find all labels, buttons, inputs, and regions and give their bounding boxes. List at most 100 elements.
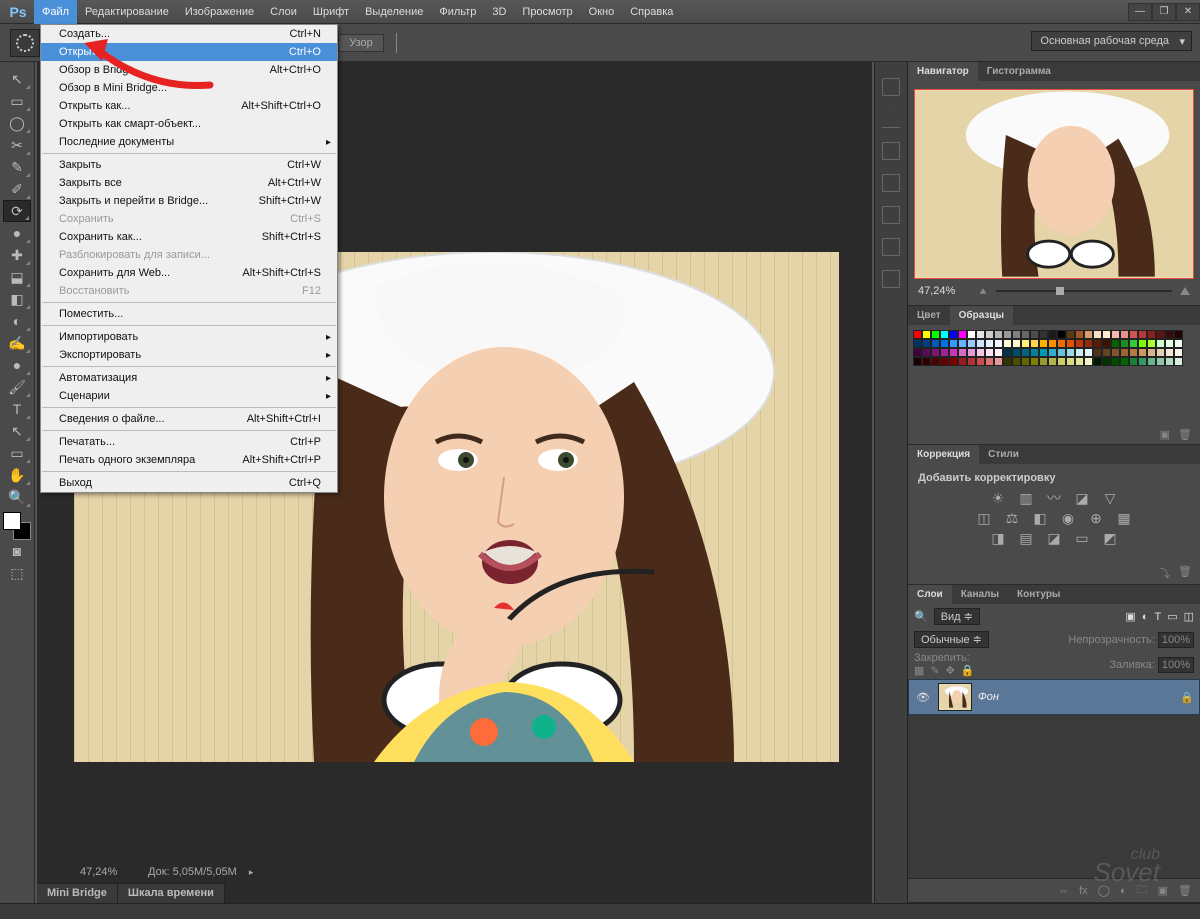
current-tool-icon[interactable] <box>10 29 40 57</box>
swatch[interactable] <box>958 339 967 348</box>
menu-item--[interactable]: Печать одного экземпляраAlt+Shift+Ctrl+P <box>41 451 337 469</box>
layer-fx-icon[interactable]: fx <box>1079 885 1088 897</box>
swatch[interactable] <box>1030 348 1039 357</box>
swatch[interactable] <box>1075 339 1084 348</box>
menu-item--Web-[interactable]: Сохранить для Web...Alt+Shift+Ctrl+S <box>41 264 337 282</box>
swatch[interactable] <box>913 357 922 366</box>
swatch[interactable] <box>994 357 1003 366</box>
swatch[interactable] <box>958 330 967 339</box>
tab-styles[interactable]: Стили <box>979 445 1028 464</box>
swatch[interactable] <box>967 339 976 348</box>
adj-photo-filter-icon[interactable]: ◉ <box>1059 510 1077 526</box>
tab-timeline[interactable]: Шкала времени <box>118 884 225 903</box>
tool-14[interactable]: 🖌 <box>3 376 31 398</box>
tool-19[interactable]: 🔍 <box>3 486 31 508</box>
swatch[interactable] <box>922 339 931 348</box>
swatch[interactable] <box>1138 357 1147 366</box>
swatch[interactable] <box>1048 330 1057 339</box>
swatch[interactable] <box>1021 348 1030 357</box>
swatch[interactable] <box>1048 339 1057 348</box>
swatch[interactable] <box>976 357 985 366</box>
menu-item--[interactable]: Импортировать <box>41 328 337 346</box>
swatch[interactable] <box>1066 339 1075 348</box>
swatch[interactable] <box>1057 339 1066 348</box>
swatch[interactable] <box>949 357 958 366</box>
swatch[interactable] <box>967 348 976 357</box>
swatch[interactable] <box>1102 330 1111 339</box>
menu-Фильтр[interactable]: Фильтр <box>431 0 484 24</box>
swatch[interactable] <box>1012 339 1021 348</box>
swatch[interactable] <box>931 357 940 366</box>
menu-Шрифт[interactable]: Шрифт <box>305 0 357 24</box>
tool-12[interactable]: ✍ <box>3 332 31 354</box>
swatch[interactable] <box>913 348 922 357</box>
navigator-thumbnail[interactable] <box>914 89 1194 279</box>
adj-mixer-icon[interactable]: ⊕ <box>1087 510 1105 526</box>
swatch[interactable] <box>1147 357 1156 366</box>
swatch[interactable] <box>1174 330 1183 339</box>
menu-item--[interactable]: Печатать...Ctrl+P <box>41 433 337 451</box>
swatch[interactable] <box>994 330 1003 339</box>
pattern-button[interactable]: Узор <box>338 34 384 52</box>
swatch[interactable] <box>913 330 922 339</box>
tool-1[interactable]: ▭ <box>3 90 31 112</box>
swatch[interactable] <box>1084 357 1093 366</box>
swatch[interactable] <box>949 339 958 348</box>
zoom-in-icon[interactable] <box>1180 287 1190 295</box>
adj-brightness-icon[interactable]: ☀ <box>989 490 1007 506</box>
navigator-zoom-slider[interactable] <box>996 290 1172 292</box>
swatch[interactable] <box>1120 348 1129 357</box>
adj-threshold-icon[interactable]: ◪ <box>1045 530 1063 546</box>
tab-color[interactable]: Цвет <box>908 306 950 325</box>
swatch[interactable] <box>1021 339 1030 348</box>
swatch[interactable] <box>1102 357 1111 366</box>
swatch[interactable] <box>1012 330 1021 339</box>
adj-gradient-map-icon[interactable]: ▭ <box>1073 530 1091 546</box>
menu-item--[interactable]: Автоматизация <box>41 369 337 387</box>
adj-selective-icon[interactable]: ◩ <box>1101 530 1119 546</box>
adj-levels-icon[interactable]: ▥ <box>1017 490 1035 506</box>
adj-curves-icon[interactable]: 〰 <box>1045 490 1063 506</box>
swatch[interactable] <box>1003 348 1012 357</box>
swatch[interactable] <box>922 330 931 339</box>
swatch[interactable] <box>1111 357 1120 366</box>
menu-item--Bridge-[interactable]: Закрыть и перейти в Bridge...Shift+Ctrl+… <box>41 192 337 210</box>
swatch[interactable] <box>1066 348 1075 357</box>
swatch[interactable] <box>985 339 994 348</box>
swatch[interactable] <box>1075 357 1084 366</box>
swatch[interactable] <box>1111 348 1120 357</box>
swatch[interactable] <box>985 357 994 366</box>
swatch[interactable] <box>1084 339 1093 348</box>
menu-3D[interactable]: 3D <box>484 0 514 24</box>
swatch[interactable] <box>1147 348 1156 357</box>
new-swatch-icon[interactable]: ▣ <box>1160 428 1170 441</box>
swatch[interactable] <box>931 348 940 357</box>
swatch[interactable] <box>1048 348 1057 357</box>
swatch[interactable] <box>1030 339 1039 348</box>
swatch[interactable] <box>1102 339 1111 348</box>
tab-channels[interactable]: Каналы <box>952 585 1008 604</box>
swatch[interactable] <box>1138 339 1147 348</box>
swatch[interactable] <box>1039 357 1048 366</box>
tool-4[interactable]: ✎ <box>3 156 31 178</box>
swatch[interactable] <box>1129 339 1138 348</box>
swatch[interactable] <box>949 330 958 339</box>
swatch[interactable] <box>1003 339 1012 348</box>
tab-swatches[interactable]: Образцы <box>950 306 1013 325</box>
strip-icon-2[interactable] <box>882 110 900 128</box>
layer-delete-icon[interactable]: 🗑 <box>1178 884 1192 897</box>
swatch[interactable] <box>940 348 949 357</box>
tab-paths[interactable]: Контуры <box>1008 585 1069 604</box>
swatch[interactable] <box>1039 339 1048 348</box>
adj-vibrance-icon[interactable]: ▽ <box>1101 490 1119 506</box>
swatch[interactable] <box>1120 339 1129 348</box>
menu-item--[interactable]: Открыть...Ctrl+O <box>41 43 337 61</box>
adj-bw-icon[interactable]: ◧ <box>1031 510 1049 526</box>
swatch[interactable] <box>976 339 985 348</box>
filter-shape-icon[interactable]: ▭ <box>1167 610 1177 623</box>
swatch[interactable] <box>949 348 958 357</box>
swatch[interactable] <box>994 348 1003 357</box>
tab-layers[interactable]: Слои <box>908 585 952 604</box>
color-swatches[interactable] <box>3 512 31 540</box>
layer-name[interactable]: Фон <box>978 691 999 703</box>
